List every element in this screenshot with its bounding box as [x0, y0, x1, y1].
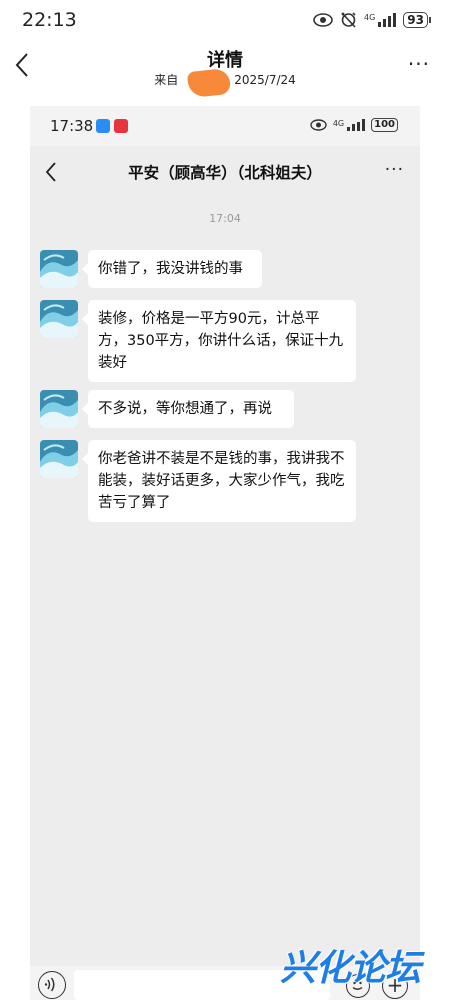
- shared-screenshot: 17:38 4G 100 平安（顾高华）（北科姐夫） ··· 17:04 你错了…: [30, 106, 420, 1000]
- status-bar: 22:13 4G 93: [0, 0, 450, 40]
- avatar[interactable]: [40, 390, 78, 428]
- chat-title: 平安（顾高华）（北科姐夫）: [128, 164, 322, 182]
- avatar[interactable]: [40, 250, 78, 288]
- forum-watermark-logo: 兴化论坛: [280, 940, 440, 990]
- eye-icon: [313, 12, 333, 27]
- watermark-text: 兴化论坛: [280, 948, 421, 989]
- alarm-off-icon: [341, 12, 356, 28]
- voice-input-icon[interactable]: [38, 971, 66, 999]
- avatar[interactable]: [40, 300, 78, 338]
- more-menu-button[interactable]: ···: [408, 52, 430, 76]
- inner-status-time: 17:38: [50, 117, 94, 135]
- inner-battery-indicator: 100: [371, 118, 398, 132]
- source-prefix: 来自: [154, 73, 179, 87]
- inner-status-icons: 4G 100: [310, 118, 398, 132]
- message-timestamp: 17:04: [209, 212, 241, 225]
- chat-header: 平安（顾高华）（北科姐夫） ···: [30, 146, 420, 198]
- eye-icon: [310, 119, 327, 131]
- chat-more-button[interactable]: ···: [385, 160, 404, 180]
- source-date: 2025/7/24: [234, 73, 296, 87]
- inner-status-bar: 17:38 4G 100: [30, 106, 420, 146]
- message-bubble[interactable]: 你错了，我没讲钱的事: [82, 250, 262, 288]
- battery-indicator: 93: [403, 11, 431, 28]
- avatar[interactable]: [40, 440, 78, 478]
- page-title: 详情: [207, 50, 243, 71]
- signal-icon: 4G: [333, 119, 366, 131]
- status-icons: 4G 93: [313, 11, 431, 28]
- message-bubble[interactable]: 你老爸讲不装是不是钱的事，我讲我不能装，装好话更多，大家少作气，我吃苦亏了算了: [82, 440, 356, 522]
- message-bubble[interactable]: 装修，价格是一平方90元，计总平方，350平方，你讲什么话，保证十九装好: [82, 300, 356, 382]
- signal-icon: 4G: [364, 12, 397, 27]
- redaction-smear: [186, 67, 232, 99]
- app-notification-icon: [114, 119, 128, 133]
- status-time: 22:13: [22, 9, 77, 31]
- app-notification-icon: [96, 119, 110, 133]
- message-bubble[interactable]: 不多说，等你想通了，再说: [82, 390, 294, 428]
